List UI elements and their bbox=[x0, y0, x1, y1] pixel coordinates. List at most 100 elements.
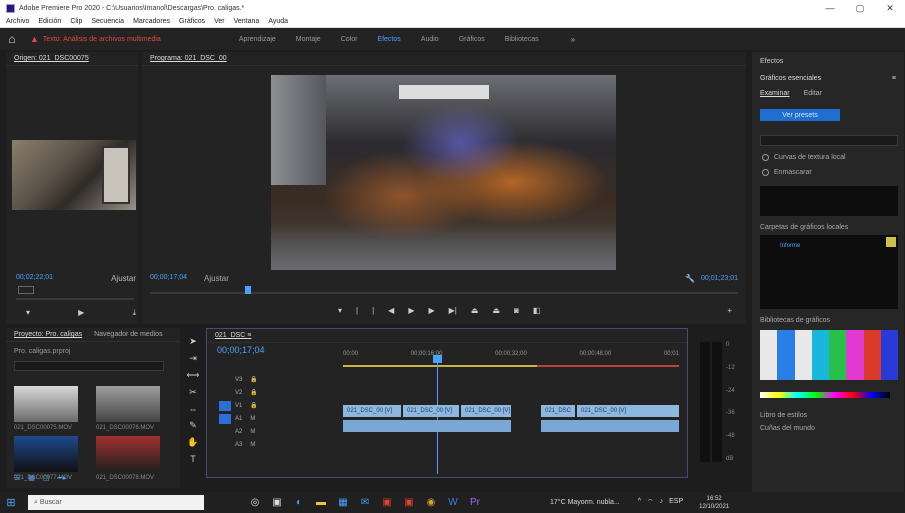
slip-tool-icon[interactable]: ⇔ bbox=[189, 404, 198, 414]
workspace-tab-bibliotecas[interactable]: Bibliotecas bbox=[505, 36, 539, 43]
menu-edicion[interactable]: Edición bbox=[38, 18, 61, 25]
workspace-tab-efectos[interactable]: Efectos bbox=[377, 36, 400, 43]
source-fit-select[interactable]: Ajustar bbox=[111, 274, 136, 283]
tab-source[interactable]: Origen: 021_DSC00075 bbox=[14, 55, 89, 62]
minimize-button[interactable]: — bbox=[815, 3, 845, 14]
task-view-icon[interactable]: ◎ bbox=[244, 497, 266, 508]
hand-tool-icon[interactable]: ✋ bbox=[187, 437, 198, 448]
mute-icon[interactable]: M bbox=[250, 442, 255, 448]
timeline-timecode[interactable]: 00;00;17;04 bbox=[217, 345, 265, 355]
tab-examinar[interactable]: Examinar bbox=[760, 90, 790, 97]
app-red-icon[interactable]: ▣ bbox=[398, 497, 420, 508]
widgets-icon[interactable]: ▣ bbox=[266, 497, 288, 508]
workspace-tab-montaje[interactable]: Montaje bbox=[296, 36, 321, 43]
freeform-view-icon[interactable]: ◫ bbox=[43, 474, 50, 482]
footer-item-2[interactable]: Cuñas del mundo bbox=[760, 425, 904, 432]
source-play-icon[interactable]: ▶ bbox=[78, 308, 84, 318]
program-scrubber[interactable] bbox=[150, 292, 738, 294]
project-clip[interactable]: 021_DSC00078.MOV bbox=[96, 436, 160, 481]
mute-icon[interactable]: M bbox=[250, 416, 255, 422]
word-icon[interactable]: W bbox=[442, 497, 464, 508]
project-clip[interactable]: 021_DSC00075.MOV bbox=[14, 386, 78, 431]
lock-icon[interactable]: 🔒 bbox=[250, 376, 257, 383]
source-mark-in-icon[interactable]: ▾ bbox=[26, 308, 30, 318]
panel-menu-icon[interactable]: ≡ bbox=[892, 75, 896, 82]
list-view-icon[interactable]: ☰ bbox=[14, 474, 20, 482]
taskbar-search[interactable]: ⌕ Buscar bbox=[28, 495, 204, 510]
project-clip[interactable]: 021_DSC00077.MOV bbox=[14, 436, 78, 481]
mark-in-icon[interactable]: ▾ bbox=[338, 306, 342, 315]
timeline-audio-clip[interactable] bbox=[541, 420, 679, 432]
track-label[interactable]: A3 bbox=[235, 442, 242, 448]
radio-mask[interactable]: Enmascarar bbox=[762, 169, 904, 176]
selection-tool-icon[interactable]: ➤ bbox=[189, 336, 197, 347]
close-button[interactable]: ✕ bbox=[875, 3, 905, 14]
tab-program[interactable]: Programa: 021_DSC_00 bbox=[150, 55, 227, 62]
wrench-icon[interactable]: 🔧 bbox=[685, 274, 695, 283]
timeline-clip[interactable]: 021_DSC bbox=[541, 405, 575, 417]
workspace-tab-graficos[interactable]: Gráficos bbox=[459, 36, 485, 43]
goto-out-icon[interactable]: ▶| bbox=[449, 306, 457, 315]
menu-graficos[interactable]: Gráficos bbox=[179, 18, 205, 25]
weather-widget[interactable]: 17°C Mayorm. nubla... bbox=[550, 499, 620, 506]
home-icon[interactable]: ⌂ bbox=[0, 32, 24, 46]
local-templates-item[interactable]: Informe bbox=[780, 243, 800, 249]
menu-marcadores[interactable]: Marcadores bbox=[133, 18, 170, 25]
footer-item-1[interactable]: Libro de estilos bbox=[760, 412, 904, 419]
menu-ver[interactable]: Ver bbox=[214, 18, 225, 25]
tab-sequence[interactable]: 021_DSC ≡ bbox=[215, 332, 251, 339]
timeline-clip[interactable]: 021_DSC_00 [V] bbox=[343, 405, 401, 417]
menu-ayuda[interactable]: Ayuda bbox=[268, 18, 288, 25]
export-frame-icon[interactable]: ◙ bbox=[514, 306, 519, 315]
store-icon[interactable]: ▦ bbox=[332, 497, 354, 508]
extract-icon[interactable]: ⏏ bbox=[492, 306, 500, 315]
button-editor-icon[interactable]: + bbox=[727, 306, 732, 315]
source-insert-icon[interactable]: ⤓ bbox=[132, 308, 136, 318]
type-tool-icon[interactable]: T bbox=[190, 454, 196, 464]
razor-tool-icon[interactable]: ✂ bbox=[189, 387, 197, 398]
more-workspaces-icon[interactable]: » bbox=[571, 35, 575, 44]
timeline-clip[interactable]: 021_DSC_00 [V] bbox=[461, 405, 511, 417]
maximize-button[interactable]: ▢ bbox=[845, 3, 875, 14]
comparison-icon[interactable]: ◧ bbox=[533, 306, 541, 315]
graphics-search-input[interactable] bbox=[760, 135, 898, 146]
tab-editar[interactable]: Editar bbox=[804, 90, 822, 97]
step-back-icon[interactable]: ◀ bbox=[388, 306, 394, 315]
project-clip[interactable]: 021_DSC00076.MOV bbox=[96, 386, 160, 431]
source-timecode[interactable]: 00;02;22;01 bbox=[16, 274, 53, 283]
timeline-clip[interactable]: 021_DSC_00 [V] bbox=[403, 405, 459, 417]
lift-icon[interactable]: ⏏ bbox=[471, 306, 479, 315]
mute-icon[interactable]: M bbox=[250, 429, 255, 435]
program-fit-select[interactable]: Ajustar bbox=[204, 274, 229, 283]
track-label[interactable]: A2 bbox=[235, 429, 242, 435]
menu-clip[interactable]: Clip bbox=[70, 18, 82, 25]
program-timecode[interactable]: 00;00;17;04 bbox=[150, 274, 187, 281]
track-label[interactable]: V1 bbox=[235, 403, 242, 409]
essential-graphics-title[interactable]: Gráficos esenciales bbox=[760, 75, 821, 82]
presets-button[interactable]: Ver presets bbox=[760, 109, 840, 121]
local-templates-box[interactable]: Informe bbox=[760, 235, 898, 309]
premiere-taskbar-icon[interactable]: Pr bbox=[464, 497, 486, 508]
icon-view-icon[interactable]: ▦ bbox=[28, 474, 35, 482]
explorer-icon[interactable]: ▬ bbox=[310, 497, 332, 508]
step-forward-icon[interactable]: ▶ bbox=[428, 306, 434, 315]
zoom-slider-icon[interactable]: ━● bbox=[58, 474, 66, 482]
track-label[interactable]: V3 bbox=[235, 377, 242, 383]
goto-in-icon[interactable]: | bbox=[372, 306, 374, 315]
timeline-clip[interactable]: 021_DSC_00 [V] bbox=[577, 405, 679, 417]
timeline-audio-clip[interactable] bbox=[343, 420, 511, 432]
folder-icon[interactable] bbox=[886, 237, 896, 247]
ripple-edit-tool-icon[interactable]: ⟷ bbox=[187, 370, 200, 381]
track-select-tool-icon[interactable]: ⇥ bbox=[189, 353, 197, 364]
timeline-ruler[interactable]: 00;00 00;00;16;00 00;00;32;00 00;00;48;0… bbox=[343, 351, 679, 363]
mail-icon[interactable]: ✉ bbox=[354, 497, 376, 508]
workspace-tab-aprendizaje[interactable]: Aprendizaje bbox=[239, 36, 276, 43]
chrome-icon[interactable]: ◉ bbox=[420, 497, 442, 508]
lock-icon[interactable]: 🔒 bbox=[250, 389, 257, 396]
workspace-tab-color[interactable]: Color bbox=[341, 36, 358, 43]
tray-chevron-icon[interactable]: ^ bbox=[638, 498, 641, 507]
office-icon[interactable]: ▣ bbox=[376, 497, 398, 508]
mark-out-icon[interactable]: | bbox=[356, 306, 358, 315]
windows-start-icon[interactable]: ⊞ bbox=[0, 496, 22, 509]
network-icon[interactable]: ⌔ bbox=[647, 498, 654, 507]
